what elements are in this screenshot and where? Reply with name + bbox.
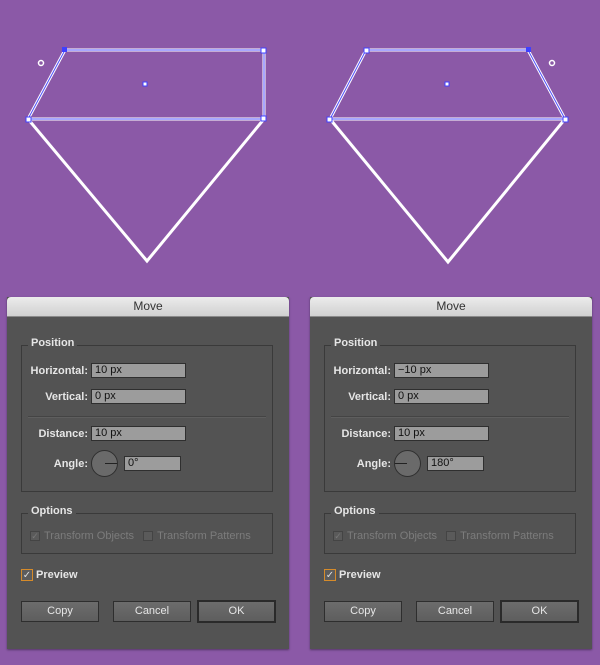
ok-button[interactable]: OK (500, 600, 579, 623)
live-corner-widget-icon[interactable] (37, 59, 45, 67)
position-legend: Position (331, 337, 381, 349)
diamond-left[interactable] (25, 47, 267, 264)
angle-dial-hand (395, 463, 407, 464)
options-legend: Options (331, 505, 379, 517)
horizontal-input[interactable]: −10 px (394, 363, 489, 378)
anchor-point[interactable] (363, 47, 370, 54)
anchor-point[interactable] (25, 116, 32, 123)
cancel-button[interactable]: Cancel (113, 601, 191, 622)
center-point (142, 81, 148, 87)
position-legend: Position (28, 337, 78, 349)
angle-input[interactable]: 0° (124, 456, 181, 471)
anchor-point-selected[interactable] (62, 47, 67, 52)
ok-button[interactable]: OK (197, 600, 276, 623)
anchor-point[interactable] (260, 47, 267, 54)
angle-label: Angle: (53, 457, 88, 470)
preview-row[interactable]: ✓ Preview (324, 569, 381, 581)
transform-objects-label: Transform Objects (44, 530, 135, 542)
diamond-bottom-point (26, 118, 266, 264)
distance-input[interactable]: 10 px (394, 426, 489, 441)
transform-objects-checkbox[interactable]: ✓ (333, 531, 343, 541)
transform-patterns-label: Transform Patterns (157, 530, 251, 542)
distance-input[interactable]: 10 px (91, 426, 186, 441)
preview-label: Preview (339, 569, 381, 581)
preview-checkbox[interactable]: ✓ (21, 569, 33, 581)
preview-row[interactable]: ✓ Preview (21, 569, 78, 581)
anchor-point-selected[interactable] (526, 47, 531, 52)
divider (331, 416, 569, 418)
angle-dial[interactable] (394, 450, 421, 477)
vertical-label: Vertical: (348, 390, 391, 403)
move-dialog: Move Position Horizontal: 10 px Vertical… (7, 297, 289, 649)
horizontal-label: Horizontal: (30, 364, 88, 377)
cancel-button[interactable]: Cancel (416, 601, 494, 622)
options-group: Options ✓ Transform Objects Transform Pa… (324, 505, 576, 554)
distance-label: Distance: (38, 427, 88, 440)
diamond-right[interactable] (326, 47, 569, 265)
anchor-point[interactable] (260, 115, 267, 122)
anchor-point[interactable] (562, 116, 569, 123)
transform-objects-checkbox[interactable]: ✓ (30, 531, 40, 541)
transform-patterns-checkbox[interactable] (446, 531, 457, 541)
vertical-input[interactable]: 0 px (394, 389, 489, 404)
artboard (25, 47, 569, 265)
copy-button[interactable]: Copy (324, 601, 402, 622)
move-dialog: Move Position Horizontal: −10 px Vertica… (310, 297, 592, 649)
position-group: Position Horizontal: 10 px Vertical: 0 p… (21, 337, 273, 492)
live-corner-widget-icon[interactable] (548, 59, 556, 67)
angle-label: Angle: (356, 457, 391, 470)
dialog-title[interactable]: Move (7, 297, 289, 317)
distance-label: Distance: (341, 427, 391, 440)
divider (28, 416, 266, 418)
vertical-label: Vertical: (45, 390, 88, 403)
options-group: Options ✓ Transform Objects Transform Pa… (21, 505, 273, 554)
angle-input[interactable]: 180° (427, 456, 484, 471)
dialog-title[interactable]: Move (310, 297, 592, 317)
options-legend: Options (28, 505, 76, 517)
preview-label: Preview (36, 569, 78, 581)
diamond-bottom-point (328, 118, 567, 265)
angle-dial-hand (105, 463, 117, 464)
vertical-input[interactable]: 0 px (91, 389, 186, 404)
transform-patterns-checkbox[interactable] (143, 531, 154, 541)
transform-objects-label: Transform Objects (347, 530, 438, 542)
angle-dial[interactable] (91, 450, 118, 477)
position-group: Position Horizontal: −10 px Vertical: 0 … (324, 337, 576, 492)
horizontal-label: Horizontal: (333, 364, 391, 377)
anchor-point[interactable] (326, 116, 333, 123)
center-point (444, 81, 450, 87)
copy-button[interactable]: Copy (21, 601, 99, 622)
horizontal-input[interactable]: 10 px (91, 363, 186, 378)
preview-checkbox[interactable]: ✓ (324, 569, 336, 581)
transform-patterns-label: Transform Patterns (460, 530, 554, 542)
